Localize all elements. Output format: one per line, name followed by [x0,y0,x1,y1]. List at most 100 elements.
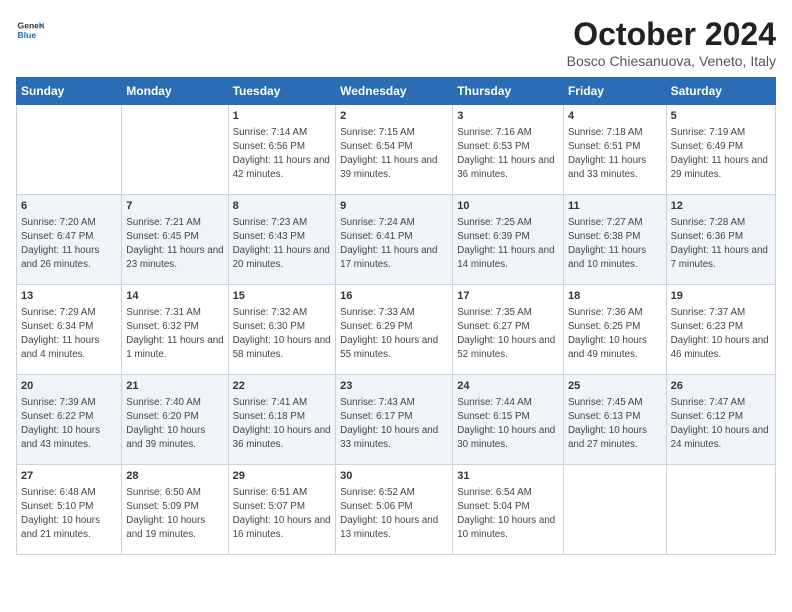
sunrise-text: Sunrise: 7:14 AM [233,126,332,140]
sunset-text: Sunset: 5:09 PM [126,500,223,514]
sunset-text: Sunset: 6:36 PM [671,230,771,244]
calendar-cell: 26Sunrise: 7:47 AMSunset: 6:12 PMDayligh… [666,375,775,465]
daylight-text: Daylight: 11 hours and 26 minutes. [21,244,117,271]
weekday-header-monday: Monday [122,78,228,105]
calendar-cell [563,465,666,555]
sunset-text: Sunset: 6:43 PM [233,230,332,244]
daylight-text: Daylight: 11 hours and 4 minutes. [21,334,117,361]
day-number: 7 [126,199,223,214]
sunrise-text: Sunrise: 7:27 AM [568,216,662,230]
sunrise-text: Sunrise: 7:35 AM [457,306,559,320]
sunset-text: Sunset: 6:45 PM [126,230,223,244]
daylight-text: Daylight: 10 hours and 30 minutes. [457,424,559,451]
sunrise-text: Sunrise: 7:16 AM [457,126,559,140]
day-number: 15 [233,289,332,304]
day-number: 22 [233,379,332,394]
calendar-cell: 27Sunrise: 6:48 AMSunset: 5:10 PMDayligh… [17,465,122,555]
daylight-text: Daylight: 11 hours and 10 minutes. [568,244,662,271]
sunrise-text: Sunrise: 7:15 AM [340,126,448,140]
sunrise-text: Sunrise: 7:40 AM [126,396,223,410]
daylight-text: Daylight: 11 hours and 42 minutes. [233,154,332,181]
sunset-text: Sunset: 6:56 PM [233,140,332,154]
calendar-cell: 21Sunrise: 7:40 AMSunset: 6:20 PMDayligh… [122,375,228,465]
sunrise-text: Sunrise: 7:28 AM [671,216,771,230]
daylight-text: Daylight: 10 hours and 16 minutes. [233,514,332,541]
sunset-text: Sunset: 6:38 PM [568,230,662,244]
weekday-header-wednesday: Wednesday [336,78,453,105]
calendar-cell: 20Sunrise: 7:39 AMSunset: 6:22 PMDayligh… [17,375,122,465]
logo: General Blue [16,16,44,44]
day-number: 19 [671,289,771,304]
weekday-header-tuesday: Tuesday [228,78,336,105]
daylight-text: Daylight: 10 hours and 13 minutes. [340,514,448,541]
sunset-text: Sunset: 6:53 PM [457,140,559,154]
calendar-cell: 24 Sunrise: 7:44 AMSunset: 6:15 PMDayligh… [453,375,564,465]
sunrise-text: Sunrise: 7:24 AM [340,216,448,230]
calendar-cell: 23Sunrise: 7:43 AMSunset: 6:17 PMDayligh… [336,375,453,465]
sunrise-text: Sunrise: 7:36 AM [568,306,662,320]
calendar-row: 27Sunrise: 6:48 AMSunset: 5:10 PMDayligh… [17,465,776,555]
day-number: 24 [457,379,559,394]
calendar-row: 13Sunrise: 7:29 AMSunset: 6:34 PMDayligh… [17,285,776,375]
weekday-header-friday: Friday [563,78,666,105]
sunset-text: Sunset: 6:22 PM [21,410,117,424]
day-number: 16 [340,289,448,304]
daylight-text: Daylight: 10 hours and 58 minutes. [233,334,332,361]
calendar-cell: 11 Sunrise: 7:27 AMSunset: 6:38 PMDayligh… [563,195,666,285]
sunrise-text: Sunrise: 6:54 AM [457,486,559,500]
day-number: 6 [21,199,117,214]
day-number: 29 [233,469,332,484]
sunset-text: Sunset: 6:13 PM [568,410,662,424]
day-number: 11 [568,199,662,214]
sunset-text: Sunset: 6:25 PM [568,320,662,334]
calendar-cell: 25Sunrise: 7:45 AMSunset: 6:13 PMDayligh… [563,375,666,465]
day-number: 8 [233,199,332,214]
sunset-text: Sunset: 5:07 PM [233,500,332,514]
day-number: 4 [568,109,662,124]
sunset-text: Sunset: 5:04 PM [457,500,559,514]
sunset-text: Sunset: 5:06 PM [340,500,448,514]
calendar-cell [122,105,228,195]
daylight-text: Daylight: 11 hours and 17 minutes. [340,244,448,271]
day-number: 1 [233,109,332,124]
sunset-text: Sunset: 6:39 PM [457,230,559,244]
calendar-cell: 2Sunrise: 7:15 AMSunset: 6:54 PMDaylight… [336,105,453,195]
day-number: 21 [126,379,223,394]
sunrise-text: Sunrise: 7:44 AM [457,396,559,410]
weekday-header-sunday: Sunday [17,78,122,105]
calendar-cell: 12Sunrise: 7:28 AMSunset: 6:36 PMDayligh… [666,195,775,285]
sunrise-text: Sunrise: 7:18 AM [568,126,662,140]
day-number: 20 [21,379,117,394]
sunrise-text: Sunrise: 7:23 AM [233,216,332,230]
day-number: 14 [126,289,223,304]
calendar-cell: 8Sunrise: 7:23 AMSunset: 6:43 PMDaylight… [228,195,336,285]
location: Bosco Chiesanuova, Veneto, Italy [567,53,776,69]
day-number: 9 [340,199,448,214]
sunrise-text: Sunrise: 7:47 AM [671,396,771,410]
sunrise-text: Sunrise: 7:32 AM [233,306,332,320]
calendar-cell: 5Sunrise: 7:19 AMSunset: 6:49 PMDaylight… [666,105,775,195]
sunset-text: Sunset: 6:17 PM [340,410,448,424]
sunset-text: Sunset: 6:27 PM [457,320,559,334]
calendar-cell: 9Sunrise: 7:24 AMSunset: 6:41 PMDaylight… [336,195,453,285]
sunset-text: Sunset: 6:34 PM [21,320,117,334]
calendar-cell: 17Sunrise: 7:35 AMSunset: 6:27 PMDayligh… [453,285,564,375]
day-number: 3 [457,109,559,124]
daylight-text: Daylight: 10 hours and 49 minutes. [568,334,662,361]
sunrise-text: Sunrise: 7:33 AM [340,306,448,320]
day-number: 5 [671,109,771,124]
calendar-cell: 18Sunrise: 7:36 AMSunset: 6:25 PMDayligh… [563,285,666,375]
sunrise-text: Sunrise: 7:39 AM [21,396,117,410]
day-number: 30 [340,469,448,484]
calendar-cell: 3Sunrise: 7:16 AMSunset: 6:53 PMDaylight… [453,105,564,195]
day-number: 17 [457,289,559,304]
weekday-header-saturday: Saturday [666,78,775,105]
calendar-cell: 22Sunrise: 7:41 AMSunset: 6:18 PMDayligh… [228,375,336,465]
svg-text:Blue: Blue [18,30,37,40]
daylight-text: Daylight: 11 hours and 29 minutes. [671,154,771,181]
sunrise-text: Sunrise: 7:45 AM [568,396,662,410]
sunset-text: Sunset: 6:15 PM [457,410,559,424]
page-header: General Blue October 2024 Bosco Chiesanu… [16,16,776,69]
calendar-cell: 19Sunrise: 7:37 AMSunset: 6:23 PMDayligh… [666,285,775,375]
calendar-row: 20 Sunrise: 7:39 AMSunset: 6:22 PM Dayligh… [17,375,776,465]
